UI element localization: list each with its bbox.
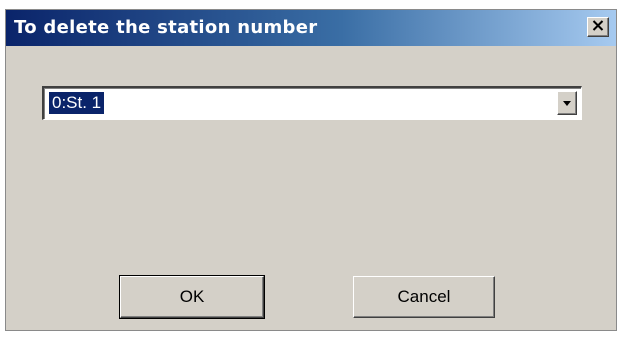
close-button[interactable] bbox=[587, 17, 609, 37]
station-number-select[interactable]: 0:St. 1 bbox=[42, 86, 582, 120]
dialog-title: To delete the station number bbox=[14, 17, 318, 38]
dropdown-button[interactable] bbox=[557, 91, 577, 115]
close-icon bbox=[592, 18, 604, 36]
cancel-button[interactable]: Cancel bbox=[353, 276, 495, 318]
chevron-down-icon bbox=[562, 94, 572, 112]
title-bar[interactable]: To delete the station number bbox=[6, 10, 616, 46]
delete-station-dialog: To delete the station number 0:St. 1 OK … bbox=[5, 9, 617, 331]
ok-button[interactable]: OK bbox=[119, 275, 265, 319]
station-select-value: 0:St. 1 bbox=[47, 91, 106, 115]
